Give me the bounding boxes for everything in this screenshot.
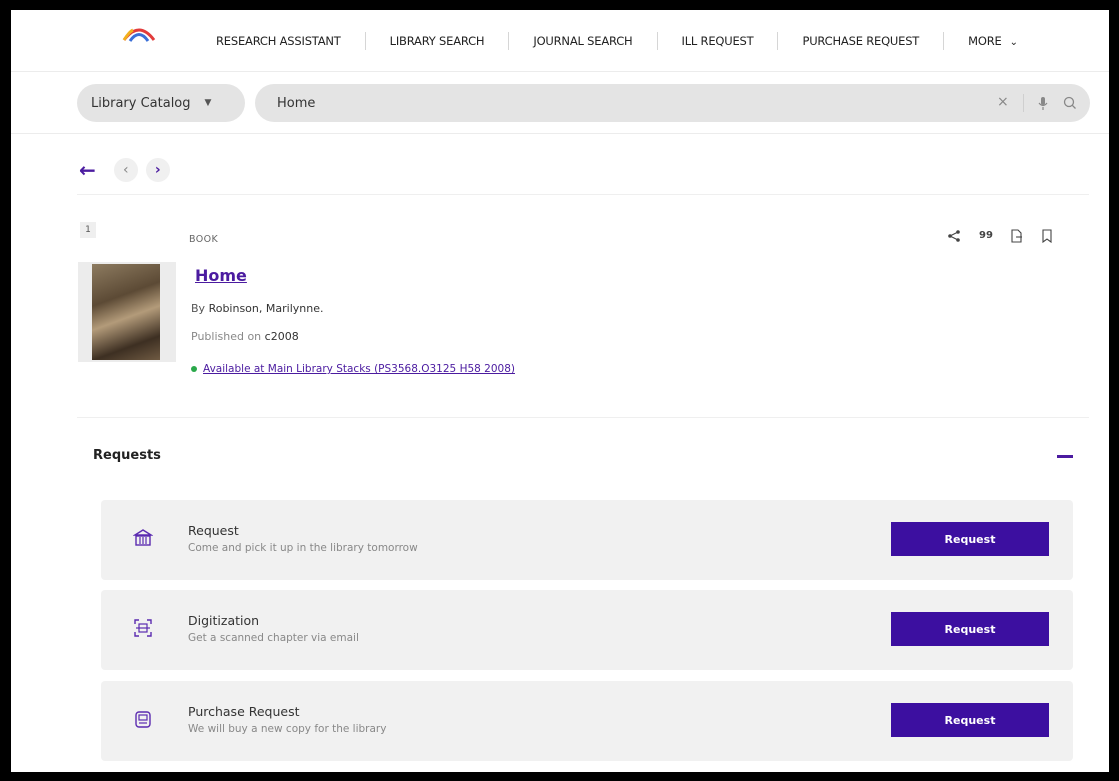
- result-number: 1: [80, 222, 96, 238]
- chevron-down-icon: ⌄: [1009, 37, 1018, 48]
- nav-more-menu[interactable]: MORE ⌄: [968, 34, 1018, 48]
- nav-journal-search[interactable]: JOURNAL SEARCH: [533, 34, 632, 48]
- published-label: Published on: [191, 330, 262, 343]
- nav-links: RESEARCH ASSISTANT LIBRARY SEARCH JOURNA…: [216, 32, 1018, 50]
- top-navigation: RESEARCH ASSISTANT LIBRARY SEARCH JOURNA…: [11, 10, 1109, 72]
- previous-record-button[interactable]: ‹: [113, 158, 138, 182]
- nav-ill-request[interactable]: ILL REQUEST: [682, 34, 754, 48]
- book-cover[interactable]: [78, 262, 176, 362]
- divider: [77, 417, 1089, 418]
- nav-divider: [508, 32, 510, 50]
- digitization-option-card: Digitization Get a scanned chapter via e…: [101, 590, 1073, 670]
- search-scope-label: Library Catalog: [91, 95, 191, 111]
- nav-purchase-request[interactable]: PURCHASE REQUEST: [802, 34, 919, 48]
- clear-icon[interactable]: ×: [997, 94, 1009, 110]
- nav-divider: [656, 32, 658, 50]
- export-icon[interactable]: [1011, 229, 1023, 243]
- search-input[interactable]: [277, 95, 957, 111]
- purchase-request-button[interactable]: Request: [891, 703, 1049, 737]
- library-building-icon: [133, 529, 153, 546]
- purchase-icon: [135, 711, 151, 728]
- record-navigation: ← ‹ ›: [79, 158, 170, 182]
- collapse-section-icon[interactable]: [1057, 455, 1073, 458]
- divider: [77, 194, 1089, 195]
- search-icon[interactable]: [1063, 96, 1077, 110]
- request-option-title: Request: [188, 523, 239, 538]
- purchase-request-option-title: Purchase Request: [188, 704, 300, 719]
- purchase-request-option-description: We will buy a new copy for the library: [188, 723, 387, 735]
- scan-icon: [134, 619, 152, 637]
- publication-date: c2008: [264, 330, 299, 343]
- microphone-icon[interactable]: [1037, 96, 1049, 111]
- bookmark-icon[interactable]: [1041, 229, 1053, 243]
- nav-research-assistant[interactable]: RESEARCH ASSISTANT: [216, 34, 341, 48]
- digitization-request-button[interactable]: Request: [891, 612, 1049, 646]
- book-cover-image: [92, 264, 160, 360]
- request-option-description: Come and pick it up in the library tomor…: [188, 542, 418, 554]
- request-option-card: Request Come and pick it up in the libra…: [101, 500, 1073, 580]
- logo-icon[interactable]: [121, 22, 157, 44]
- request-button[interactable]: Request: [891, 522, 1049, 556]
- record-title-link[interactable]: Home: [195, 266, 247, 285]
- nav-divider: [777, 32, 779, 50]
- author-name: Robinson, Marilynne.: [208, 302, 324, 315]
- search-scope-dropdown[interactable]: Library Catalog ▼: [77, 84, 245, 122]
- next-record-button[interactable]: ›: [145, 158, 170, 182]
- search-bar-row: Library Catalog ▼ ×: [11, 72, 1109, 134]
- share-icon[interactable]: [947, 229, 961, 243]
- available-status-icon: [191, 366, 197, 372]
- availability-link[interactable]: Available at Main Library Stacks (PS3568…: [191, 363, 515, 375]
- back-arrow-icon[interactable]: ←: [79, 158, 96, 182]
- citation-icon[interactable]: 99: [979, 229, 993, 243]
- nav-more-label: MORE: [968, 34, 1002, 48]
- caret-down-icon: ▼: [204, 98, 212, 108]
- resource-type: BOOK: [189, 234, 219, 245]
- requests-heading: Requests: [93, 448, 161, 463]
- availability-text: Available at Main Library Stacks (PS3568…: [203, 363, 515, 375]
- nav-library-search[interactable]: LIBRARY SEARCH: [390, 34, 485, 48]
- author-label: By: [191, 302, 206, 315]
- record-actions: 99: [947, 229, 1053, 243]
- purchase-request-option-card: Purchase Request We will buy a new copy …: [101, 681, 1073, 761]
- author-line: By Robinson, Marilynne.: [191, 302, 323, 315]
- digitization-option-title: Digitization: [188, 613, 260, 628]
- publication-line: Published on c2008: [191, 330, 299, 343]
- app-frame: RESEARCH ASSISTANT LIBRARY SEARCH JOURNA…: [11, 10, 1109, 772]
- search-box: ×: [255, 84, 1090, 122]
- digitization-option-description: Get a scanned chapter via email: [188, 632, 359, 644]
- nav-divider: [943, 32, 945, 50]
- search-divider: [1023, 94, 1024, 112]
- nav-divider: [364, 32, 366, 50]
